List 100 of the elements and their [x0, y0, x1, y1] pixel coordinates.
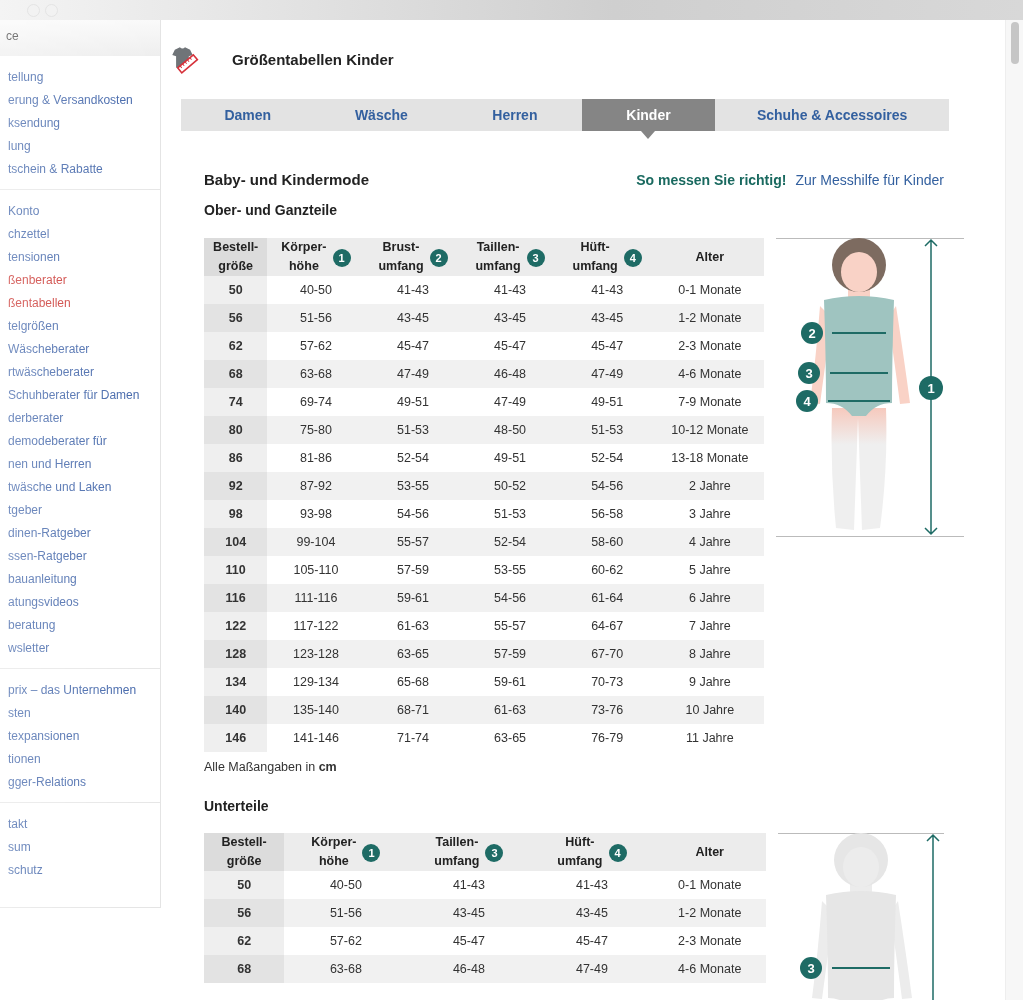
sidebar-link[interactable]: telgrößen — [8, 315, 160, 338]
category-tab[interactable]: Herren — [448, 99, 582, 131]
sidebar-link[interactable]: erung & Versandkosten — [8, 89, 160, 112]
sidebar-link[interactable]: Schuhberater für Damen — [8, 384, 160, 407]
table-cell: 123-128 — [293, 647, 339, 661]
table-cell: 67-70 — [591, 647, 624, 661]
table-cell: 10 Jahre — [685, 703, 735, 717]
table-cell: 49-51 — [397, 395, 429, 409]
sidebar-link[interactable]: texpansionen — [8, 725, 160, 748]
scrollbar-thumb[interactable] — [1010, 22, 1019, 64]
sidebar-link[interactable]: ßenberater — [8, 269, 160, 292]
table-cell: 47-49 — [591, 367, 624, 381]
table-cell: 129-134 — [293, 675, 339, 689]
table-cell: 0-1 Monate — [678, 878, 742, 892]
sidebar-link[interactable]: atungsvideos — [8, 591, 160, 614]
help-label: So messen Sie richtig! — [636, 172, 787, 188]
category-tab[interactable]: Wäsche — [314, 99, 449, 131]
table-cell: 9 Jahre — [688, 675, 731, 689]
table-cell: 61-64 — [591, 591, 624, 605]
table-cell: 50-52 — [494, 479, 527, 493]
category-tab[interactable]: Kinder — [581, 99, 716, 131]
sidebar-link[interactable]: beratung — [8, 614, 160, 637]
sidebar-heading: ce — [0, 20, 160, 56]
table-cell: 134 — [225, 675, 247, 689]
category-tab[interactable]: Schuhe & Accessoires — [715, 99, 949, 131]
table-cell: 47-49 — [494, 395, 527, 409]
sidebar-link[interactable]: schutz — [8, 859, 160, 882]
table-cell: 69-74 — [299, 395, 332, 409]
table-cell: 41-43 — [397, 283, 429, 297]
table-cell: 74 — [228, 395, 243, 409]
sidebar-link[interactable]: sum — [8, 836, 160, 859]
sidebar-link[interactable]: sten — [8, 702, 160, 725]
sidebar-link[interactable]: chzettel — [8, 223, 160, 246]
table-cell: 57-62 — [299, 339, 332, 353]
sidebar-link[interactable]: ßentabellen — [8, 292, 160, 315]
sidebar-link[interactable]: tensionen — [8, 246, 160, 269]
column-header: Alter — [695, 248, 725, 266]
table-cell: 73-76 — [591, 703, 624, 717]
tab-pointer — [641, 131, 656, 139]
sidebar-link[interactable]: takt — [8, 813, 160, 836]
help-link[interactable]: Zur Messhilfe für Kinder — [795, 172, 944, 188]
number-badge: 2 — [429, 249, 448, 267]
sidebar-link[interactable]: tschein & Rabatte — [8, 158, 160, 181]
table-cell: 4-6 Monate — [678, 367, 742, 381]
column-header: Taillen- umfang — [434, 834, 480, 870]
table-cell: 2 Jahre — [688, 479, 731, 493]
table-cell: 140 — [225, 703, 247, 717]
sidebar-link[interactable]: Konto — [8, 200, 160, 223]
column-header: Hüft- umfang — [557, 834, 603, 870]
number-badge: 1 — [332, 249, 351, 267]
column-header: Brust- umfang — [378, 239, 424, 275]
table-cell: 8 Jahre — [688, 647, 731, 661]
sidebar-link[interactable]: derberater — [8, 407, 160, 430]
table-cell: 60-62 — [591, 563, 624, 577]
table-cell: 55-57 — [494, 619, 527, 633]
table-cell: 11 Jahre — [685, 731, 734, 745]
table-cell: 53-55 — [397, 479, 429, 493]
table-cell: 45-47 — [494, 339, 527, 353]
table-cell: 43-45 — [575, 906, 608, 920]
table-cell: 47-49 — [397, 367, 429, 381]
table-cell: 52-54 — [397, 451, 429, 465]
table-cell: 59-61 — [397, 591, 429, 605]
table-cell: 117-122 — [293, 619, 339, 633]
sidebar-link[interactable]: ssen-Ratgeber — [8, 545, 160, 568]
table-title: Unterteile — [204, 798, 270, 814]
table-cell: 1-2 Monate — [678, 906, 742, 920]
sidebar-link[interactable]: bauanleitung — [8, 568, 160, 591]
table-cell: 57-62 — [329, 934, 362, 948]
sidebar-link[interactable]: lung — [8, 135, 160, 158]
column-header: Körper- höhe — [311, 834, 357, 870]
table-cell: 40-50 — [329, 878, 362, 892]
number-badge: 4 — [623, 249, 642, 267]
sidebar-link[interactable]: tionen — [8, 748, 160, 771]
sidebar-link[interactable]: wsletter — [8, 637, 160, 660]
sidebar-link[interactable]: ksendung — [8, 112, 160, 135]
table-cell: 58-60 — [591, 535, 624, 549]
table-cell: 4 Jahre — [688, 535, 731, 549]
table-cell: 49-51 — [494, 451, 527, 465]
table-cell: 68 — [228, 367, 243, 381]
category-tab[interactable]: Damen — [181, 99, 315, 131]
table-cell: 111-116 — [294, 591, 338, 605]
column-header: Körper- höhe — [281, 239, 327, 275]
table-cell: 2-3 Monate — [678, 339, 742, 353]
sidebar-link[interactable]: Wäscheberater — [8, 338, 160, 361]
sidebar-link[interactable]: prix – das Unternehmen — [8, 679, 160, 702]
table-cell: 68 — [237, 962, 252, 976]
sidebar-link[interactable]: dinen-Ratgeber — [8, 522, 160, 545]
table-cell: 47-49 — [575, 962, 608, 976]
table-cell: 5 Jahre — [688, 563, 731, 577]
sidebar-link[interactable]: gger-Relations — [8, 771, 160, 794]
table-cell: 63-68 — [329, 962, 362, 976]
table-cell: 51-53 — [494, 507, 527, 521]
table-cell: 49-51 — [591, 395, 624, 409]
table-cell: 48-50 — [494, 423, 527, 437]
table-cell: 45-47 — [397, 339, 429, 353]
table-cell: 110 — [225, 563, 246, 577]
sidebar-link[interactable]: rtwäscheberater — [8, 361, 160, 384]
table-cell: 135-140 — [293, 703, 339, 717]
sidebar-link[interactable]: tellung — [8, 66, 160, 89]
table-cell: 41-43 — [575, 878, 608, 892]
